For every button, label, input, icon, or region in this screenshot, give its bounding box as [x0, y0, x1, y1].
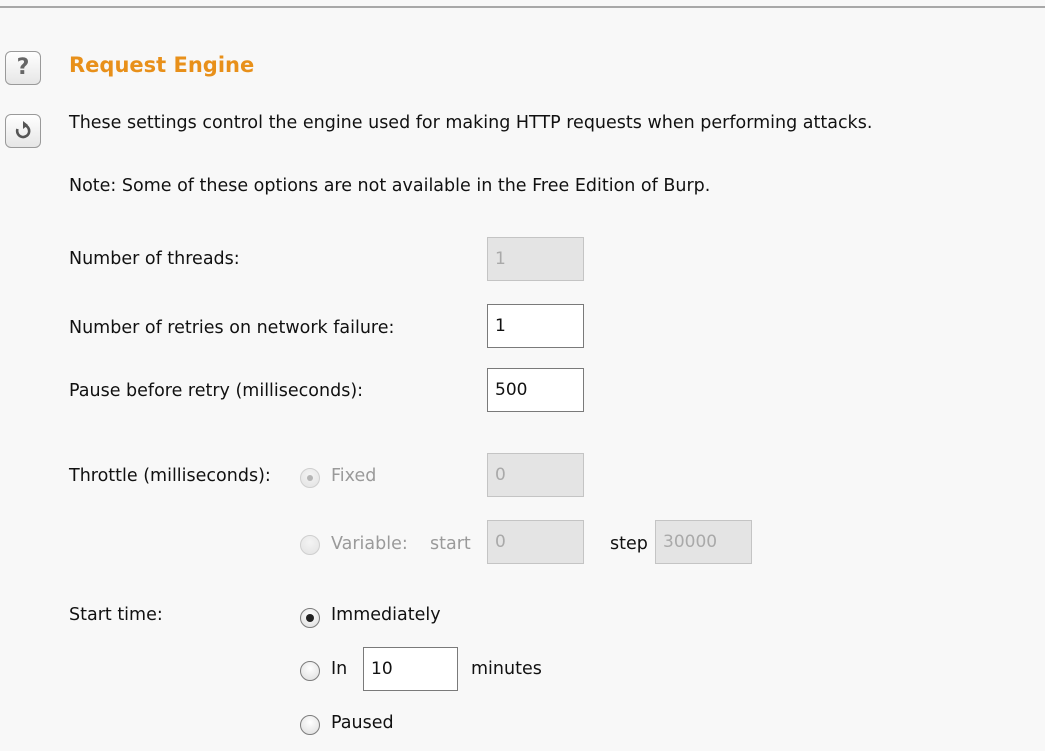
throttle-step-input[interactable] [655, 520, 752, 564]
start-in-minutes-input[interactable] [363, 647, 458, 691]
throttle-label: Throttle (milliseconds): [69, 466, 271, 486]
start-minutes-label: minutes [471, 659, 542, 679]
throttle-variable-label: Variable: [331, 534, 408, 554]
start-paused-radio[interactable] [300, 715, 320, 735]
throttle-start-input[interactable] [487, 520, 584, 564]
throttle-variable-radio[interactable] [300, 535, 320, 555]
start-in-radio[interactable] [300, 661, 320, 681]
throttle-fixed-radio[interactable] [300, 468, 320, 488]
section-title: Request Engine [69, 53, 255, 77]
reset-icon[interactable] [5, 114, 41, 148]
retries-label: Number of retries on network failure: [69, 318, 395, 338]
start-immediately-radio[interactable] [300, 608, 320, 628]
section-note: Note: Some of these options are not avai… [69, 176, 711, 196]
start-immediately-label: Immediately [331, 605, 441, 625]
throttle-start-label: start [430, 534, 471, 554]
help-icon-glyph: ? [16, 55, 30, 80]
threads-label: Number of threads: [69, 249, 240, 269]
section-description: These settings control the engine used f… [69, 113, 873, 133]
retries-input[interactable] [487, 304, 584, 348]
help-icon[interactable]: ? [5, 51, 41, 85]
throttle-fixed-input[interactable] [487, 453, 584, 497]
reset-icon-glyph [15, 121, 31, 139]
start-in-label: In [331, 659, 348, 679]
radio-selected-dot [307, 475, 313, 481]
threads-input[interactable] [487, 237, 584, 281]
throttle-fixed-label: Fixed [331, 466, 377, 486]
radio-selected-dot [306, 614, 314, 622]
throttle-step-label: step [610, 534, 648, 554]
start-paused-label: Paused [331, 713, 394, 733]
pause-input[interactable] [487, 368, 584, 412]
pause-label: Pause before retry (milliseconds): [69, 381, 364, 401]
top-divider [0, 0, 1045, 8]
start-time-label: Start time: [69, 605, 163, 625]
